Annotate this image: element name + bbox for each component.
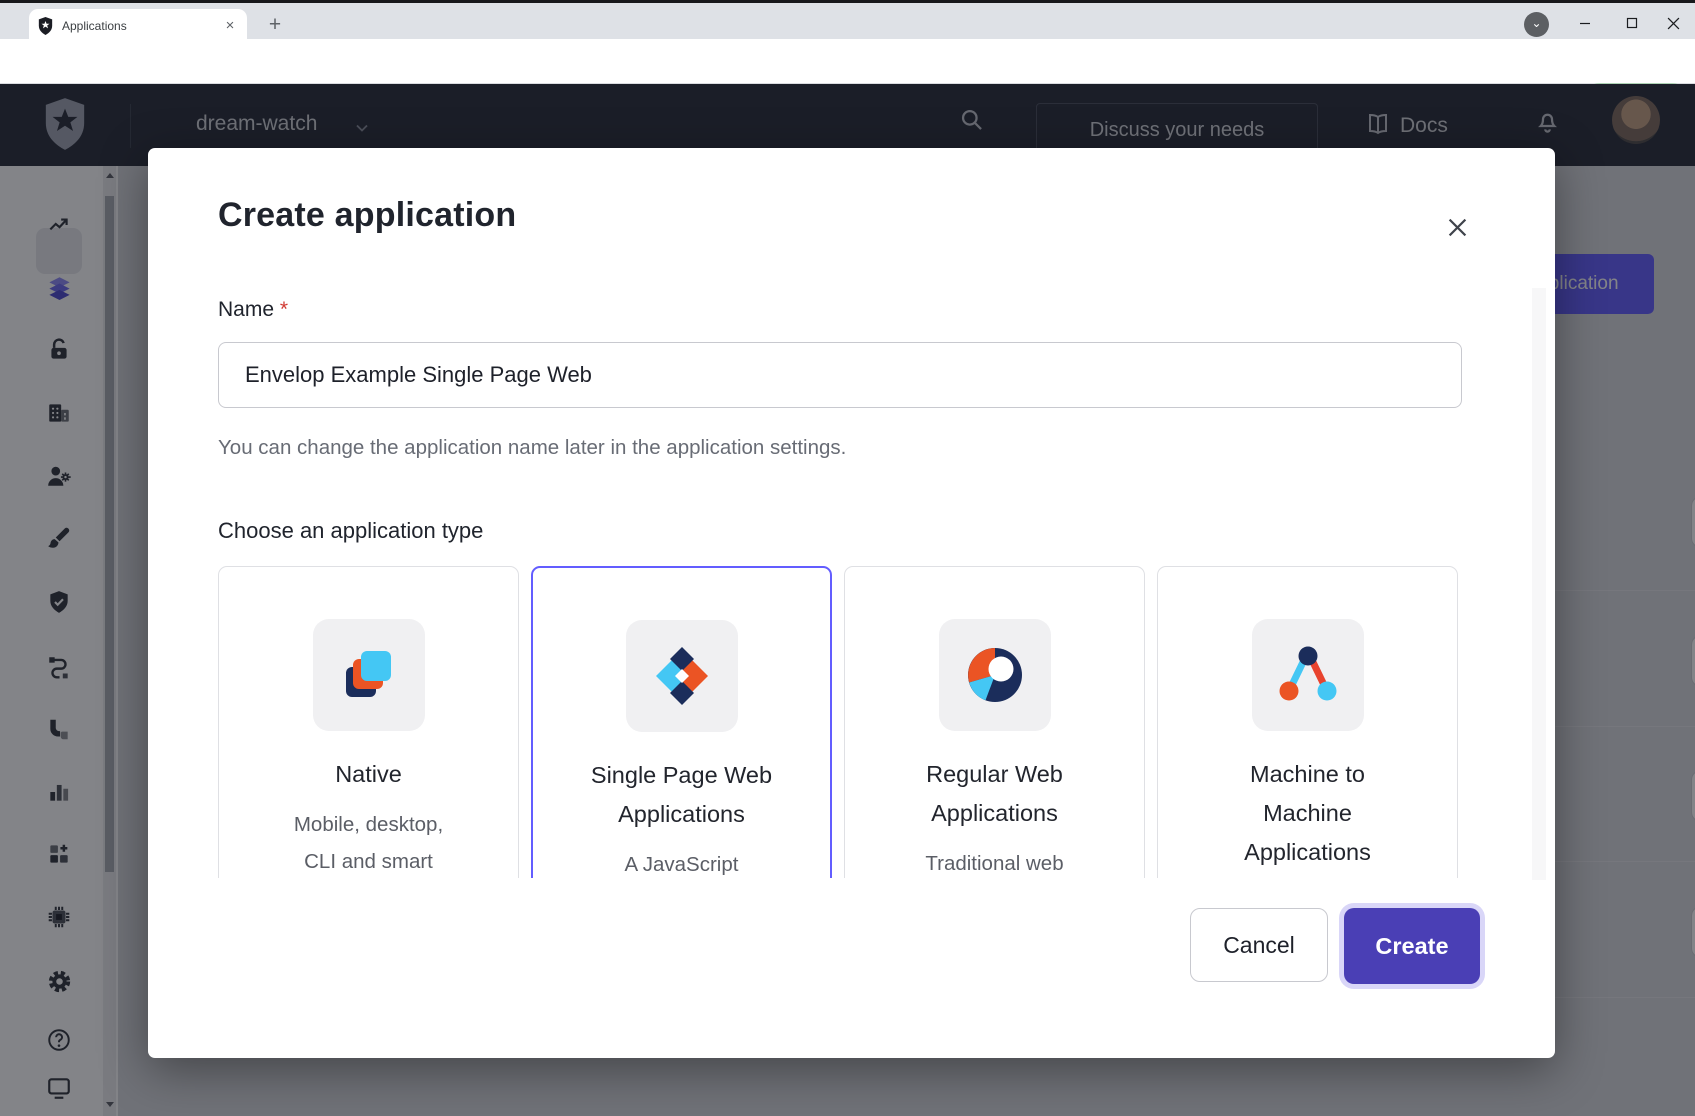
tab-strip: Applications × + ⌄ — [0, 3, 1695, 39]
app-type-card-regular-web[interactable]: Regular WebApplications Traditional web — [844, 566, 1145, 878]
screen: Applications × + ⌄ manage.auth0.com/dash… — [0, 0, 1695, 1116]
tab-close-icon[interactable]: × — [221, 17, 239, 35]
card-title: Native — [335, 755, 402, 794]
browser-toolbar: manage.auth0.com/dashboard/eu/dream-watc… — [0, 39, 1695, 84]
card-title: Single Page WebApplications — [591, 756, 772, 834]
modal-title: Create application — [218, 196, 516, 235]
card-title: Regular WebApplications — [926, 755, 1063, 833]
app-type-card-native[interactable]: Native Mobile, desktop,CLI and smart — [218, 566, 519, 878]
card-description: Traditional web — [925, 845, 1063, 878]
choose-type-label: Choose an application type — [218, 518, 483, 544]
cancel-button[interactable]: Cancel — [1190, 908, 1328, 982]
required-asterisk: * — [280, 298, 288, 321]
favicon-auth0 — [37, 17, 54, 35]
window-close-button[interactable] — [1651, 6, 1695, 40]
modal-scrollbar[interactable] — [1532, 288, 1546, 880]
browser-tab[interactable]: Applications × — [29, 9, 247, 42]
application-name-input[interactable] — [218, 342, 1462, 408]
app-type-card-spa-selected[interactable]: Single Page WebApplications A JavaScript — [531, 566, 832, 878]
name-help-text: You can change the application name late… — [218, 436, 846, 460]
card-title: Machine toMachineApplications — [1244, 755, 1371, 872]
tab-title: Applications — [62, 19, 221, 33]
close-icon[interactable] — [1436, 206, 1478, 248]
tab-search-icon[interactable]: ⌄ — [1524, 12, 1549, 37]
name-label: Name * — [218, 298, 288, 322]
m2m-app-icon — [1252, 619, 1364, 731]
create-application-modal: Create application Name * You can change… — [148, 148, 1555, 1058]
card-description: A JavaScript — [625, 846, 739, 878]
app-type-card-m2m[interactable]: Machine toMachineApplications — [1157, 566, 1458, 878]
application-type-cards: Native Mobile, desktop,CLI and smart Singl… — [218, 566, 1460, 878]
new-tab-button[interactable]: + — [262, 13, 288, 39]
regular-web-app-icon — [939, 619, 1051, 731]
native-app-icon — [313, 619, 425, 731]
create-button[interactable]: Create — [1344, 908, 1480, 984]
window-maximize-button[interactable] — [1610, 6, 1654, 40]
window-minimize-button[interactable] — [1563, 6, 1607, 40]
spa-app-icon — [626, 620, 738, 732]
card-description: Mobile, desktop,CLI and smart — [294, 806, 443, 878]
